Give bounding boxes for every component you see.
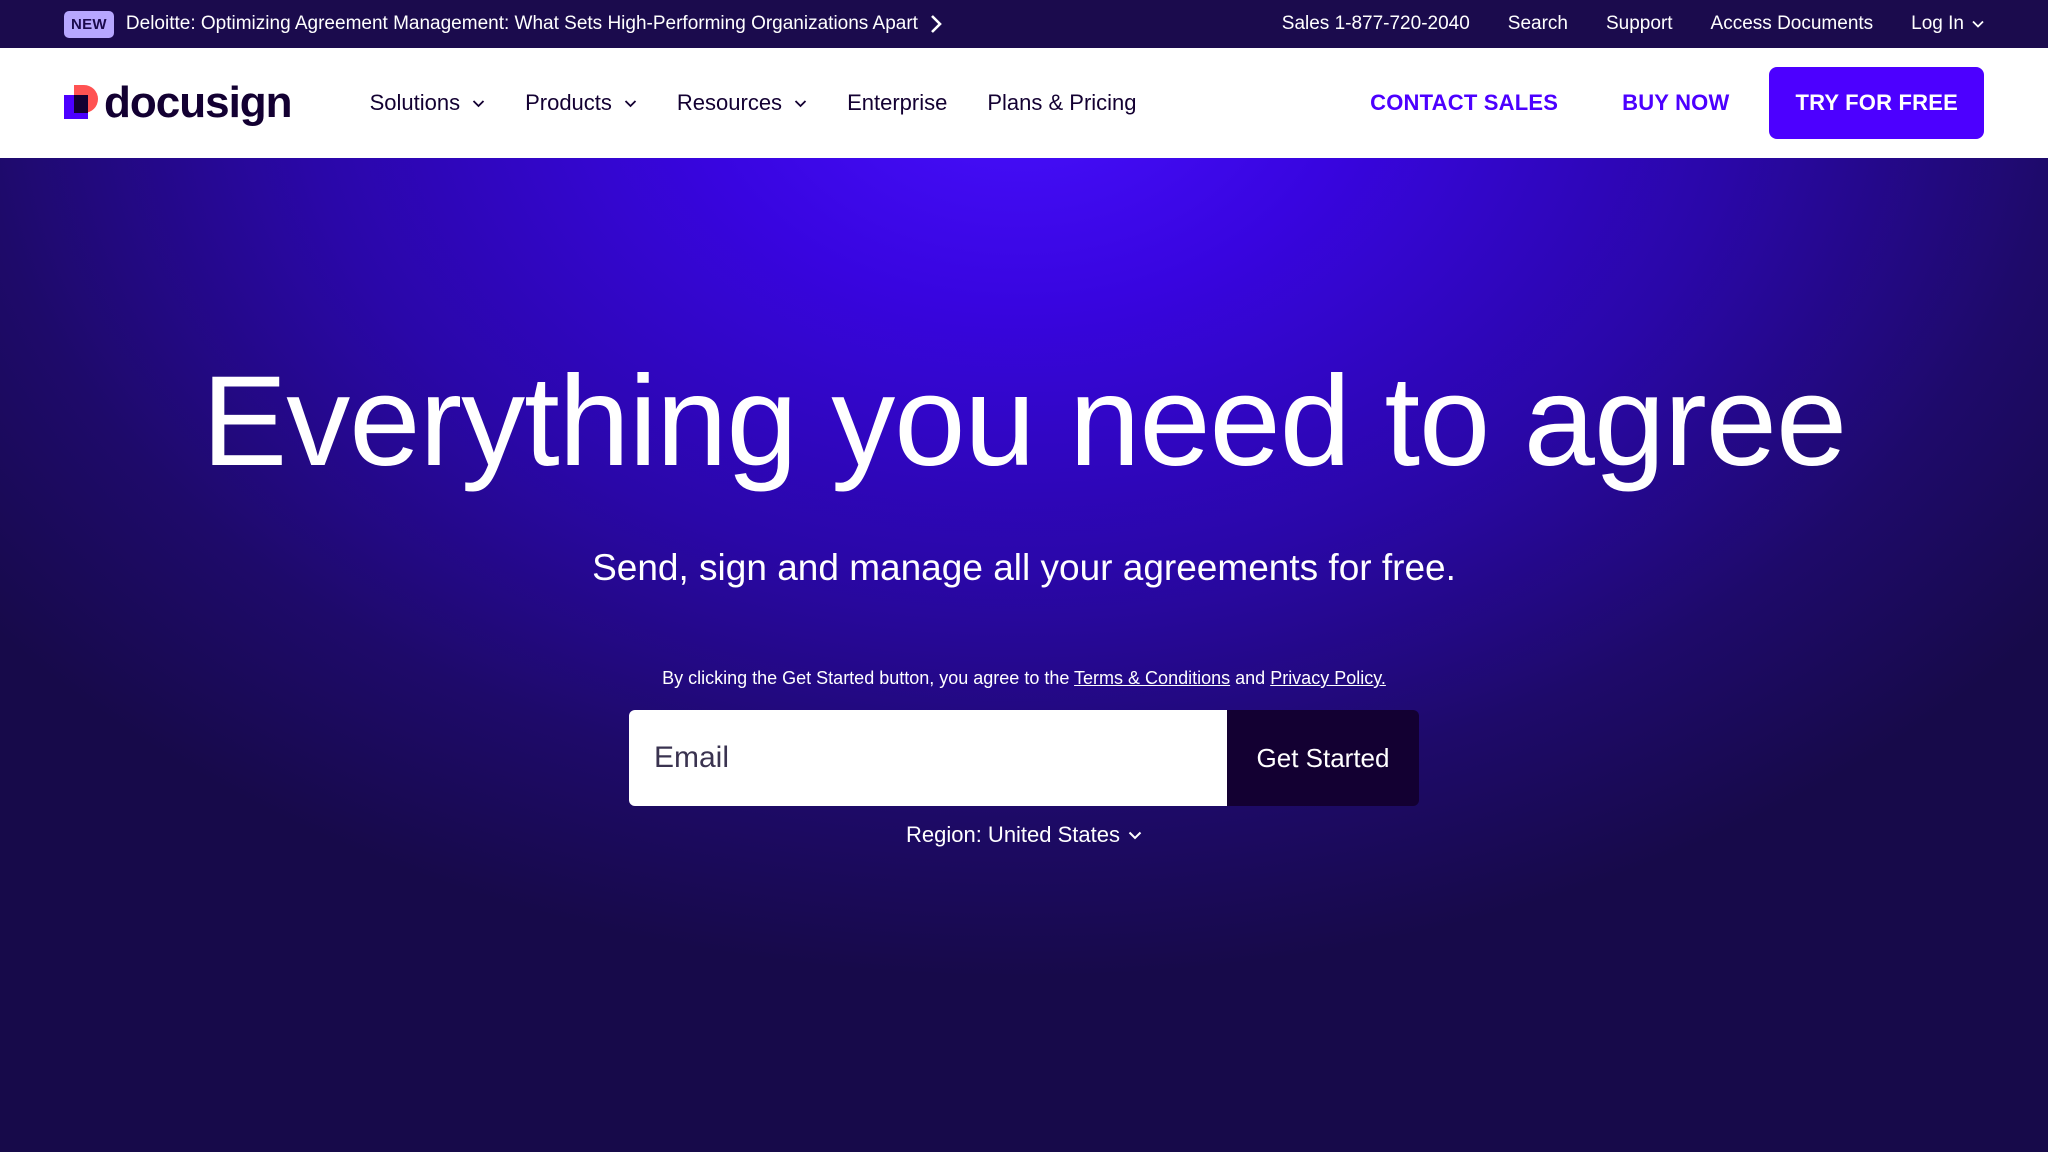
nav-enterprise-label: Enterprise [847, 90, 948, 115]
chevron-down-icon [624, 99, 637, 107]
nav-resources[interactable]: Resources [677, 90, 807, 116]
nav-actions: CONTACT SALES BUY NOW TRY FOR FREE [1370, 67, 1984, 139]
chevron-down-icon [794, 99, 807, 107]
nav-resources-label: Resources [676, 90, 783, 115]
hero-subtitle: Send, sign and manage all your agreement… [592, 547, 1456, 588]
support-link[interactable]: Support [1606, 13, 1673, 35]
chevron-down-icon [1972, 20, 1984, 28]
consent-prefix: By clicking the Get Started button, you … [662, 668, 1070, 688]
login-label: Log In [1911, 13, 1964, 34]
logo-mark-icon [64, 85, 98, 119]
hero-title: Everything you need to agree [201, 350, 1847, 493]
email-input[interactable] [629, 710, 1227, 806]
nav-solutions[interactable]: Solutions [370, 90, 486, 116]
contact-sales-link[interactable]: CONTACT SALES [1370, 90, 1558, 116]
docusign-logo[interactable]: docusign [64, 78, 293, 128]
search-link[interactable]: Search [1508, 13, 1568, 35]
login-menu[interactable]: Log In [1911, 13, 1984, 35]
nav-solutions-label: Solutions [369, 90, 461, 115]
region-selector[interactable]: Region: United States [0, 822, 2048, 848]
privacy-link[interactable]: Privacy Policy. [1270, 668, 1386, 688]
nav-enterprise[interactable]: Enterprise [847, 90, 947, 116]
nav-pricing-label: Plans & Pricing [987, 90, 1137, 115]
new-badge: NEW [64, 10, 114, 38]
signup-form: Get Started [629, 710, 1419, 806]
nav-products[interactable]: Products [525, 90, 637, 116]
logo-wordmark: docusign [104, 78, 293, 127]
promo-text[interactable]: Deloitte: Optimizing Agreement Managemen… [126, 13, 918, 35]
utility-bar: NEW Deloitte: Optimizing Agreement Manag… [0, 0, 2048, 48]
terms-link[interactable]: Terms & Conditions [1074, 668, 1230, 688]
consent-text: By clicking the Get Started button, you … [0, 668, 2048, 689]
get-started-button[interactable]: Get Started [1227, 710, 1419, 806]
region-label: Region: United States [905, 822, 1121, 847]
access-documents-link[interactable]: Access Documents [1711, 13, 1874, 35]
promo-banner[interactable]: NEW Deloitte: Optimizing Agreement Manag… [64, 10, 942, 38]
sales-phone-link[interactable]: Sales 1-877-720-2040 [1282, 13, 1470, 35]
chevron-down-icon [472, 99, 485, 107]
buy-now-link[interactable]: BUY NOW [1622, 90, 1729, 116]
nav-pricing[interactable]: Plans & Pricing [987, 90, 1136, 116]
consent-and: and [1235, 668, 1266, 688]
try-for-free-button[interactable]: TRY FOR FREE [1769, 67, 1984, 139]
chevron-down-icon [1128, 831, 1142, 839]
nav-products-label: Products [525, 90, 612, 115]
chevron-right-icon [931, 15, 942, 33]
hero-section: Everything you need to agree Send, sign … [0, 158, 2048, 1152]
main-navigation: docusign Solutions Products Resources En… [0, 48, 2048, 158]
nav-links: Solutions Products Resources Enterprise … [370, 90, 1137, 116]
utility-links: Sales 1-877-720-2040 Search Support Acce… [1282, 13, 1984, 35]
